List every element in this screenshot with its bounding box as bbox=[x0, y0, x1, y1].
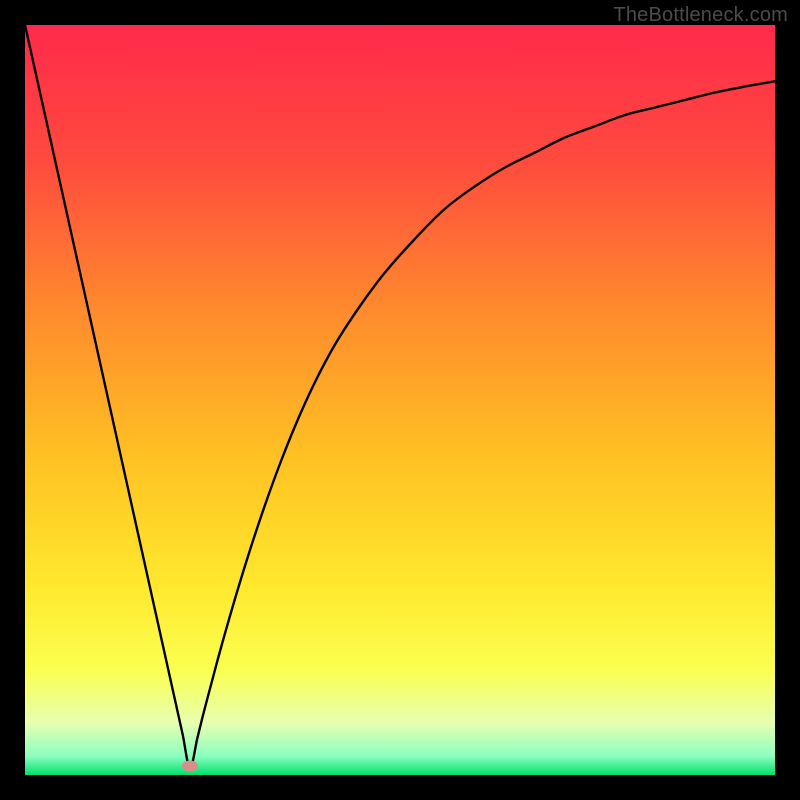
credit-text: TheBottleneck.com bbox=[613, 4, 788, 27]
optimum-marker bbox=[182, 761, 198, 772]
plot-area bbox=[25, 25, 775, 775]
bottleneck-curve bbox=[25, 25, 775, 775]
chart-frame: TheBottleneck.com bbox=[0, 0, 800, 800]
